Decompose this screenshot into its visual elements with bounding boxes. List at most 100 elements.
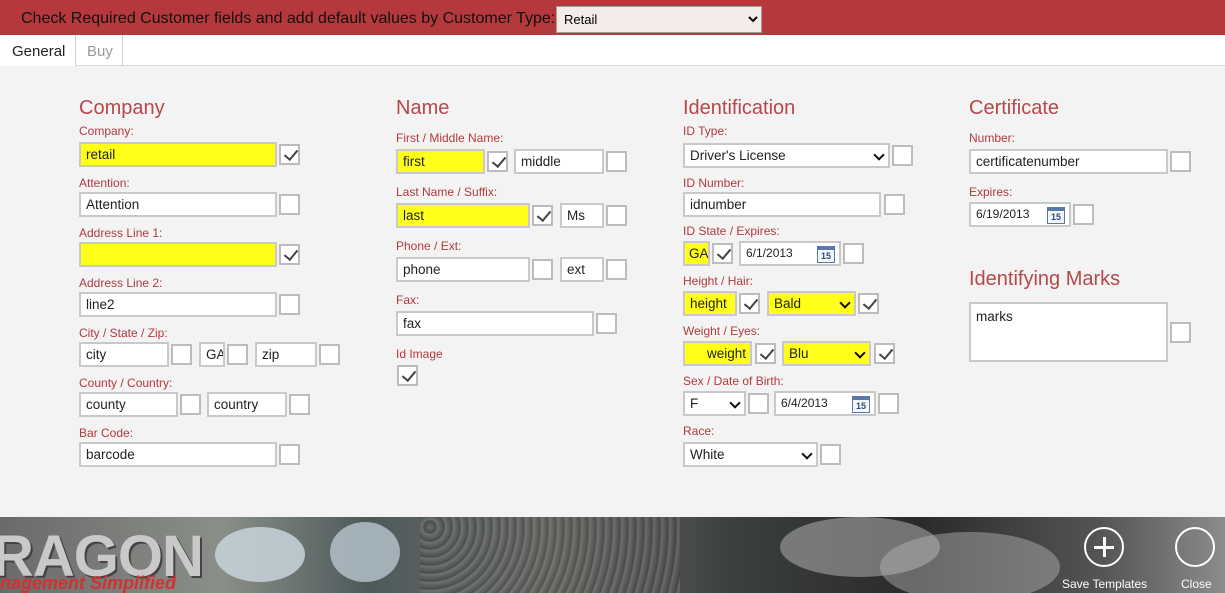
country-required-checkbox[interactable] xyxy=(289,394,310,415)
calendar-icon[interactable]: 15 xyxy=(817,246,835,263)
save-templates-label[interactable]: Save Templates xyxy=(1062,577,1147,591)
address1-label: Address Line 1: xyxy=(79,226,163,240)
phone-ext-label: Phone / Ext: xyxy=(396,239,462,253)
ext-field[interactable]: ext xyxy=(560,257,604,282)
eyes-required-checkbox[interactable] xyxy=(874,343,895,364)
weight-field[interactable]: weight xyxy=(683,341,752,366)
barcode-field[interactable]: barcode xyxy=(79,442,277,467)
last-name-required-checkbox[interactable] xyxy=(532,205,553,226)
barcode-label: Bar Code: xyxy=(79,426,134,440)
dob-required-checkbox[interactable] xyxy=(878,393,899,414)
middle-name-required-checkbox[interactable] xyxy=(606,151,627,172)
tab-bar: General Buy xyxy=(0,35,1225,66)
app-bar: RAGON nagement Simplified Save Templates… xyxy=(0,517,1225,593)
suffix-required-checkbox[interactable] xyxy=(606,205,627,226)
id-state-required-checkbox[interactable] xyxy=(712,243,733,264)
address1-required-checkbox[interactable] xyxy=(279,244,300,265)
zip-required-checkbox[interactable] xyxy=(319,344,340,365)
id-expires-date-field[interactable]: 6/1/2013 15 xyxy=(739,241,841,266)
id-image-required-checkbox[interactable] xyxy=(397,365,418,386)
certificate-number-required-checkbox[interactable] xyxy=(1170,151,1191,172)
company-label: Company: xyxy=(79,124,134,138)
certificate-number-label: Number: xyxy=(969,131,1016,145)
height-field[interactable]: height xyxy=(683,291,737,316)
county-required-checkbox[interactable] xyxy=(180,394,201,415)
id-number-field[interactable]: idnumber xyxy=(683,192,881,217)
first-middle-label: First / Middle Name: xyxy=(396,131,504,145)
height-hair-label: Height / Hair: xyxy=(683,274,754,288)
address2-label: Address Line 2: xyxy=(79,276,163,290)
certificate-expires-label: Expires: xyxy=(969,185,1013,199)
eyes-select[interactable]: Blu xyxy=(782,341,871,366)
tab-general[interactable]: General xyxy=(0,35,76,66)
ext-required-checkbox[interactable] xyxy=(606,259,627,280)
id-state-expires-label: ID State / Expires: xyxy=(683,224,780,238)
first-name-field[interactable]: first xyxy=(396,149,485,174)
plus-icon xyxy=(1103,537,1106,557)
country-field[interactable]: country xyxy=(207,392,287,417)
attention-label: Attention: xyxy=(79,176,130,190)
id-state-field[interactable]: GA xyxy=(683,241,710,266)
attention-field[interactable]: Attention xyxy=(79,192,277,217)
certificate-expires-date-field[interactable]: 6/19/2013 15 xyxy=(969,202,1071,227)
close-label[interactable]: Close xyxy=(1181,577,1212,591)
certificate-heading: Certificate xyxy=(969,97,1060,119)
calendar-icon[interactable]: 15 xyxy=(852,396,870,413)
weight-required-checkbox[interactable] xyxy=(755,343,776,364)
brand-tagline: nagement Simplified xyxy=(0,573,177,593)
id-number-required-checkbox[interactable] xyxy=(884,194,905,215)
middle-name-field[interactable]: middle xyxy=(514,149,604,174)
id-expires-required-checkbox[interactable] xyxy=(843,243,864,264)
fax-required-checkbox[interactable] xyxy=(596,313,617,334)
id-type-required-checkbox[interactable] xyxy=(892,145,913,166)
customer-type-select[interactable]: Retail xyxy=(556,6,762,33)
address2-field[interactable]: line2 xyxy=(79,292,277,317)
tab-buy[interactable]: Buy xyxy=(76,35,123,66)
hair-required-checkbox[interactable] xyxy=(858,293,879,314)
address1-field[interactable] xyxy=(79,242,277,267)
address2-required-checkbox[interactable] xyxy=(279,294,300,315)
height-required-checkbox[interactable] xyxy=(739,293,760,314)
id-type-select[interactable]: Driver's License xyxy=(683,143,890,168)
header-title: Check Required Customer fields and add d… xyxy=(21,10,556,27)
fax-field[interactable]: fax xyxy=(396,311,594,336)
save-templates-button[interactable] xyxy=(1084,527,1124,567)
dob-date-field[interactable]: 6/4/2013 15 xyxy=(774,391,876,416)
suffix-field[interactable]: Ms xyxy=(560,203,604,228)
certificate-expires-required-checkbox[interactable] xyxy=(1073,204,1094,225)
certificate-number-field[interactable]: certificatenumber xyxy=(969,149,1168,174)
attention-required-checkbox[interactable] xyxy=(279,194,300,215)
certificate-expires-date-value: 6/19/2013 xyxy=(976,207,1030,221)
identifying-marks-textarea[interactable]: marks xyxy=(969,302,1168,362)
company-field[interactable]: retail xyxy=(79,142,277,167)
barcode-required-checkbox[interactable] xyxy=(279,444,300,465)
hair-select[interactable]: Bald xyxy=(767,291,856,316)
id-type-label: ID Type: xyxy=(683,124,728,138)
company-required-checkbox[interactable] xyxy=(279,144,300,165)
calendar-icon[interactable]: 15 xyxy=(1047,207,1065,224)
phone-required-checkbox[interactable] xyxy=(532,259,553,280)
banner-cloud xyxy=(330,522,400,582)
sex-required-checkbox[interactable] xyxy=(748,393,769,414)
county-field[interactable]: county xyxy=(79,392,178,417)
identifying-marks-required-checkbox[interactable] xyxy=(1170,322,1191,343)
identifying-marks-heading: Identifying Marks xyxy=(969,268,1121,290)
race-select[interactable]: White xyxy=(683,442,818,467)
race-required-checkbox[interactable] xyxy=(820,444,841,465)
first-name-required-checkbox[interactable] xyxy=(487,151,508,172)
city-field[interactable]: city xyxy=(79,342,169,367)
close-button[interactable] xyxy=(1175,527,1215,567)
fax-label: Fax: xyxy=(396,293,420,307)
city-required-checkbox[interactable] xyxy=(171,344,192,365)
state-required-checkbox[interactable] xyxy=(227,344,248,365)
race-label: Race: xyxy=(683,424,715,438)
last-name-field[interactable]: last xyxy=(396,203,530,228)
county-country-label: County / Country: xyxy=(79,376,173,390)
zip-field[interactable]: zip xyxy=(255,342,317,367)
sex-select[interactable]: F xyxy=(683,391,746,416)
phone-field[interactable]: phone xyxy=(396,257,530,282)
banner-background xyxy=(420,517,680,593)
company-heading: Company xyxy=(79,97,165,119)
state-field[interactable]: GA xyxy=(199,342,225,367)
name-heading: Name xyxy=(396,97,450,119)
